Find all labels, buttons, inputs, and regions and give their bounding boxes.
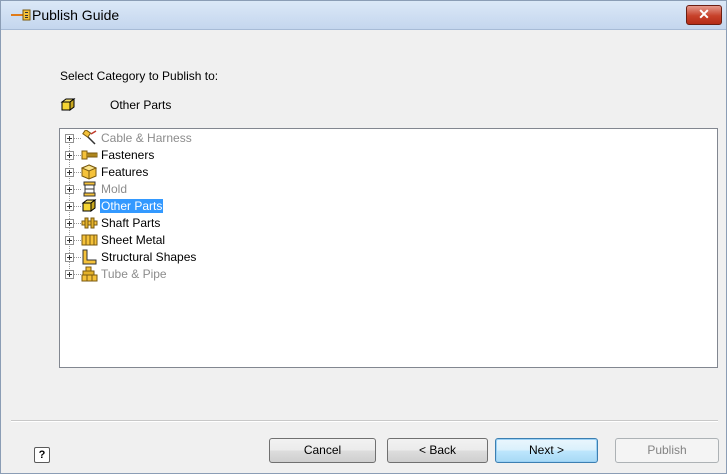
category-tree[interactable]: Cable & Harness Fasteners Features Mold … (59, 128, 718, 368)
publish-button[interactable]: Publish (615, 438, 719, 463)
mold-icon (83, 181, 96, 197)
cable-harness-icon (82, 130, 97, 145)
tree-connector (74, 172, 81, 173)
other-parts-icon (81, 199, 97, 212)
tree-connector (74, 257, 81, 258)
tree-item-label: Fasteners (101, 148, 155, 162)
expand-icon[interactable] (65, 270, 74, 279)
selected-category-label: Other Parts (110, 98, 172, 112)
sheet-metal-icon (81, 234, 98, 246)
help-button[interactable]: ? (34, 447, 50, 463)
tree-item-label: Cable & Harness (101, 131, 192, 145)
cancel-button[interactable]: Cancel (269, 438, 376, 463)
expand-icon[interactable] (65, 134, 74, 143)
tree-item-label: Tube & Pipe (101, 267, 167, 281)
tube-pipe-icon (81, 266, 98, 282)
other-parts-icon (60, 98, 76, 111)
fasteners-icon (81, 150, 98, 160)
tree-item-label: Features (101, 165, 149, 179)
expand-icon[interactable] (65, 185, 74, 194)
next-button[interactable]: Next > (495, 438, 598, 463)
tree-item-label: Other Parts (100, 199, 164, 213)
tree-item-label: Sheet Metal (101, 233, 166, 247)
expand-icon[interactable] (65, 219, 74, 228)
expand-icon[interactable] (65, 236, 74, 245)
expand-icon[interactable] (65, 253, 74, 262)
tree-item-label: Shaft Parts (101, 216, 161, 230)
expand-icon[interactable] (65, 151, 74, 160)
tree-connector (74, 274, 81, 275)
publish-guide-app-icon (11, 9, 31, 21)
close-button[interactable]: ✕ (686, 5, 722, 25)
structural-shapes-icon (82, 249, 97, 265)
tree-connector (74, 138, 81, 139)
tree-connector (74, 240, 81, 241)
features-icon (81, 164, 98, 180)
category-prompt: Select Category to Publish to: (60, 69, 219, 83)
back-button[interactable]: < Back (387, 438, 488, 463)
publish-guide-dialog: Publish Guide ✕ Select Category to Publi… (0, 0, 727, 474)
footer-separator (11, 420, 718, 422)
title-bar[interactable]: Publish Guide ✕ (1, 1, 726, 30)
window-title: Publish Guide (32, 7, 120, 23)
expand-icon[interactable] (65, 168, 74, 177)
tree-item-label: Mold (101, 182, 128, 196)
tree-connector (74, 189, 81, 190)
expand-icon[interactable] (65, 202, 74, 211)
tree-connector (74, 155, 81, 156)
tree-connector (74, 206, 81, 207)
tree-connector (74, 223, 81, 224)
tree-item-label: Structural Shapes (101, 250, 197, 264)
shaft-parts-icon (81, 217, 98, 229)
